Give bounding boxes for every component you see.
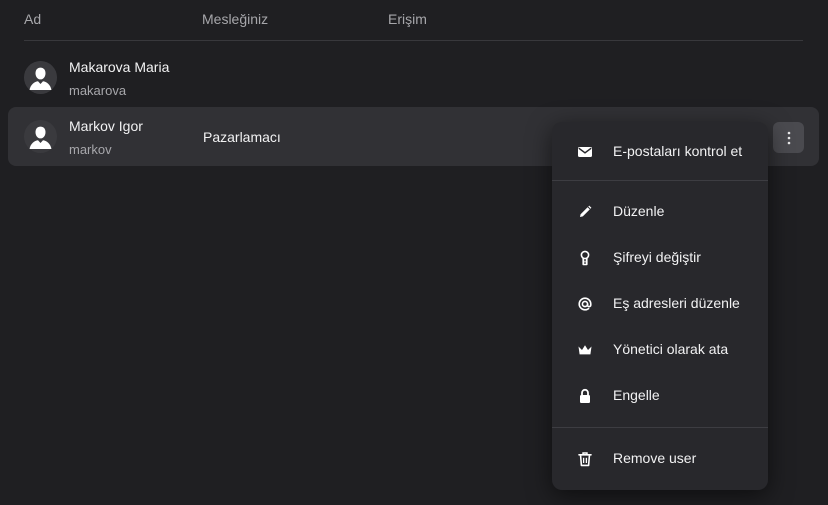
user-actions-menu: E-postaları kontrol et Düzenle Şifreyi d… (552, 122, 768, 490)
table-row[interactable]: Makarova Maria makarova (8, 48, 819, 107)
menu-item-label: Engelle (613, 387, 660, 403)
menu-item-label: Remove user (613, 450, 697, 466)
user-login: markov (69, 142, 112, 157)
more-actions-button[interactable] (773, 122, 804, 153)
envelope-icon (577, 144, 593, 160)
key-icon (577, 250, 593, 266)
menu-divider (552, 180, 768, 181)
menu-item-edit[interactable]: Düzenle (552, 192, 768, 232)
menu-item-make-admin[interactable]: Yönetici olarak ata (552, 330, 768, 370)
menu-item-label: Eş adresleri düzenle (613, 295, 740, 311)
at-sign-icon (577, 296, 593, 312)
trash-icon (577, 451, 593, 467)
user-profession: Pazarlamacı (203, 129, 281, 145)
table-header: Ad Mesleğiniz Erişim (24, 0, 803, 41)
column-header-name[interactable]: Ad (24, 11, 41, 27)
menu-item-remove-user[interactable]: Remove user (552, 439, 768, 479)
menu-item-block[interactable]: Engelle (552, 376, 768, 416)
crown-icon (577, 342, 593, 358)
menu-item-change-password[interactable]: Şifreyi değiştir (552, 238, 768, 278)
pencil-icon (577, 204, 593, 220)
avatar (24, 120, 57, 153)
avatar (24, 61, 57, 94)
lock-icon (577, 388, 593, 404)
column-header-access[interactable]: Erişim (388, 11, 427, 27)
user-silhouette-icon (24, 61, 57, 94)
menu-item-label: Yönetici olarak ata (613, 341, 729, 357)
users-page: Ad Mesleğiniz Erişim Makarova Maria maka… (0, 0, 828, 505)
user-login: makarova (69, 83, 127, 98)
menu-item-label: Şifreyi değiştir (613, 249, 701, 265)
menu-item-label: E-postaları kontrol et (613, 143, 743, 159)
column-header-profession[interactable]: Mesleğiniz (202, 11, 268, 27)
user-name[interactable]: Markov Igor (69, 118, 143, 134)
vertical-dots-icon (787, 131, 790, 144)
menu-divider (552, 427, 768, 428)
menu-item-label: Düzenle (613, 203, 665, 219)
user-name[interactable]: Makarova Maria (69, 59, 169, 75)
menu-item-edit-aliases[interactable]: Eş adresleri düzenle (552, 284, 768, 324)
menu-item-check-emails[interactable]: E-postaları kontrol et (552, 132, 768, 172)
user-silhouette-icon (24, 120, 57, 153)
